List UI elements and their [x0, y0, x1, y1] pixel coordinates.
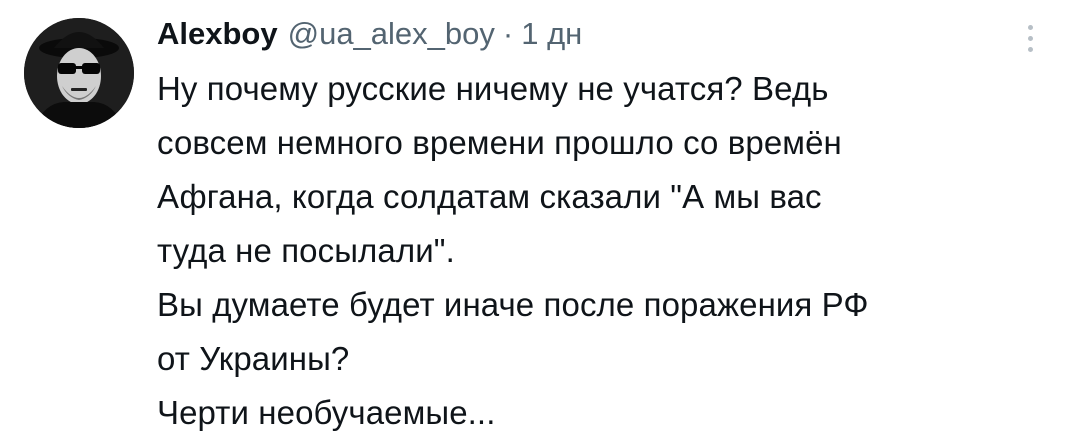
tweet-text-line: Ну почему русские ничему не учатся? Ведь	[157, 70, 829, 107]
separator-dot: ·	[502, 16, 514, 51]
more-dot	[1027, 35, 1033, 41]
author-display-name[interactable]: Alexboy	[157, 12, 278, 56]
tweet-text-line: Вы думаете будет иначе после поражения Р…	[157, 286, 869, 323]
more-dot	[1027, 46, 1033, 52]
tweet-text: Ну почему русские ничему не учатся? Ведь…	[157, 62, 1057, 440]
tweet[interactable]: Alexboy @ua_alex_boy · 1 дн Ну почему ру…	[0, 0, 1080, 443]
author-handle[interactable]: @ua_alex_boy	[288, 12, 495, 56]
tweet-text-line: Афгана, когда солдатам сказали "А мы вас	[157, 178, 822, 215]
tweet-header: Alexboy @ua_alex_boy · 1 дн	[157, 12, 582, 56]
tweet-text-line: совсем немного времени прошло со времён	[157, 124, 842, 161]
avatar[interactable]	[24, 18, 134, 128]
more-vertical-icon[interactable]	[1014, 18, 1046, 58]
tweet-text-line: Черти необучаемые...	[157, 394, 496, 431]
more-dot	[1027, 24, 1033, 30]
tweet-text-line: от Украины?	[157, 340, 350, 377]
avatar-image	[24, 18, 134, 128]
tweet-text-line: туда не посылали".	[157, 232, 455, 269]
tweet-timestamp[interactable]: 1 дн	[521, 12, 582, 56]
